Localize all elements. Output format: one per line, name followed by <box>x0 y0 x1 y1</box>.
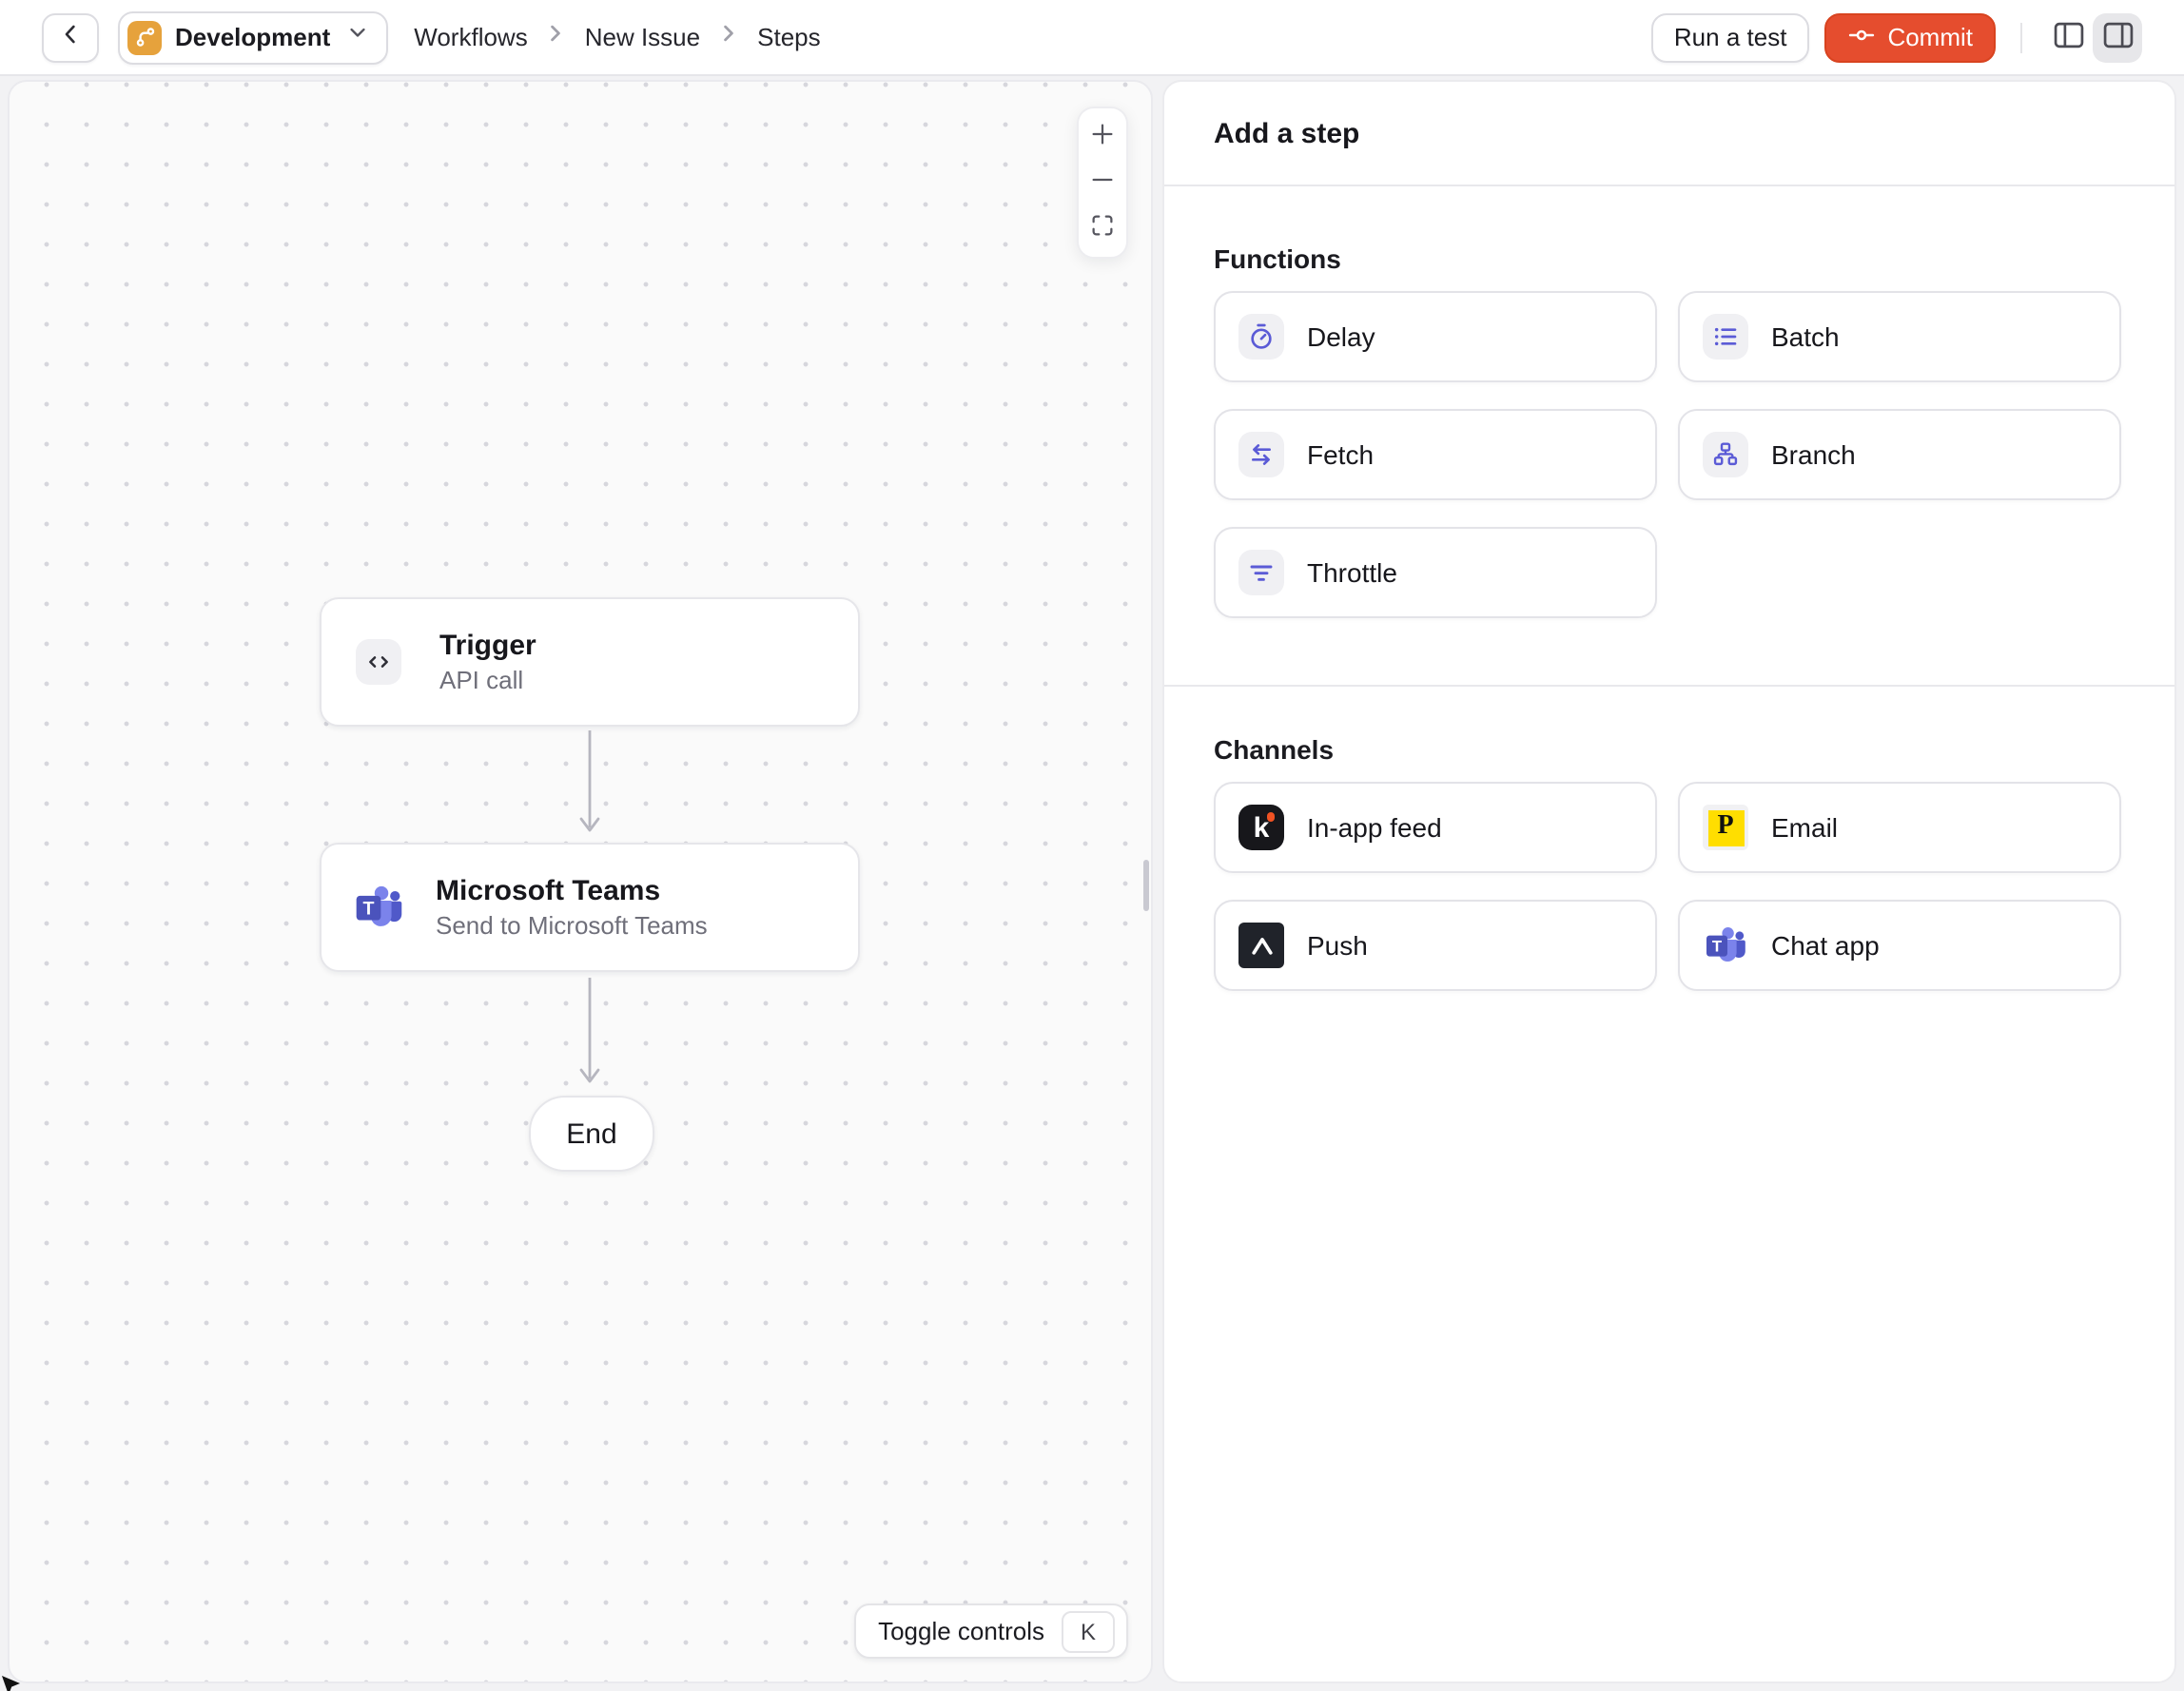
zoom-out-button[interactable] <box>1079 160 1126 205</box>
fit-view-button[interactable] <box>1079 205 1126 251</box>
expo-icon <box>1238 923 1284 968</box>
toggle-left-panel-button[interactable] <box>2043 12 2093 62</box>
breadcrumb: Workflows New Issue Steps <box>414 20 820 54</box>
step-card-delay[interactable]: Delay <box>1214 291 1657 382</box>
fit-view-icon <box>1088 211 1117 245</box>
postmark-icon: P <box>1703 805 1748 850</box>
commit-label: Commit <box>1887 23 1973 51</box>
chevron-right-icon <box>717 20 740 54</box>
toggle-controls-label: Toggle controls <box>878 1617 1044 1645</box>
svg-text:T: T <box>1712 937 1723 955</box>
ms-teams-icon: T <box>1703 923 1748 968</box>
filter-lines-icon <box>1238 550 1284 595</box>
zoom-controls <box>1077 107 1128 259</box>
commit-button[interactable]: Commit <box>1824 12 1996 62</box>
node-title: Microsoft Teams <box>436 875 661 907</box>
step-card-in-app-feed[interactable]: k In-app feed <box>1214 782 1657 873</box>
step-card-email[interactable]: P Email <box>1678 782 2121 873</box>
add-step-panel: Add a step Functions Delay Batch Fetch B… <box>1162 80 2176 1683</box>
node-subtitle: Send to Microsoft Teams <box>436 911 708 940</box>
step-card-label: Delay <box>1307 321 1375 352</box>
functions-section-label: Functions <box>1214 243 1341 274</box>
step-card-label: In-app feed <box>1307 812 1442 843</box>
ms-teams-icon: T <box>352 881 405 934</box>
node-subtitle: API call <box>439 666 524 694</box>
node-end[interactable]: End <box>529 1096 654 1172</box>
panel-right-icon <box>2099 16 2135 58</box>
keyboard-shortcut-badge: K <box>1062 1610 1115 1652</box>
svg-text:T: T <box>363 898 375 919</box>
node-microsoft-teams[interactable]: T Microsoft Teams Send to Microsoft Team… <box>320 843 860 972</box>
step-card-label: Chat app <box>1771 930 1880 961</box>
step-card-throttle[interactable]: Throttle <box>1214 527 1657 618</box>
node-trigger[interactable]: Trigger API call <box>320 597 860 727</box>
edge-teams-to-end <box>579 978 600 1083</box>
step-card-label: Branch <box>1771 439 1856 470</box>
step-card-batch[interactable]: Batch <box>1678 291 2121 382</box>
step-card-label: Email <box>1771 812 1839 843</box>
step-card-fetch[interactable]: Fetch <box>1214 409 1657 500</box>
edge-trigger-to-teams <box>579 730 600 832</box>
breadcrumb-new-issue[interactable]: New Issue <box>585 23 700 51</box>
minus-icon <box>1088 165 1117 200</box>
mouse-cursor <box>2 1676 20 1691</box>
node-title: Trigger <box>439 630 536 662</box>
commit-icon <box>1847 20 1876 54</box>
workflow-canvas[interactable]: Trigger API call T Microsoft Teams Send … <box>8 80 1153 1683</box>
step-card-branch[interactable]: Branch <box>1678 409 2121 500</box>
code-icon <box>356 639 401 685</box>
step-card-push[interactable]: Push <box>1214 900 1657 991</box>
list-icon <box>1703 314 1748 360</box>
breadcrumb-steps[interactable]: Steps <box>757 23 821 51</box>
node-end-label: End <box>566 1118 617 1150</box>
step-card-label: Push <box>1307 930 1368 961</box>
back-button[interactable] <box>42 12 99 62</box>
run-a-test-button[interactable]: Run a test <box>1650 12 1810 62</box>
chevron-right-icon <box>545 20 568 54</box>
panel-header: Add a step <box>1164 82 2174 186</box>
topbar: Development Workflows New Issue Steps Ru… <box>0 0 2184 76</box>
environment-switcher[interactable]: Development <box>118 10 388 64</box>
canvas-scrollbar-thumb[interactable] <box>1143 860 1149 911</box>
panel-divider <box>1164 685 2174 687</box>
breadcrumb-workflows[interactable]: Workflows <box>414 23 527 51</box>
chevron-down-icon <box>343 19 370 55</box>
functions-section: Functions Delay Batch Fetch Branch Throt… <box>1164 243 2174 618</box>
channels-section-label: Channels <box>1214 734 1335 765</box>
channels-section: Channels k In-app feed P Email Push T Ch… <box>1164 734 2174 991</box>
knock-icon: k <box>1238 805 1284 850</box>
stopwatch-icon <box>1238 314 1284 360</box>
step-card-label: Throttle <box>1307 557 1397 588</box>
step-card-label: Fetch <box>1307 439 1375 470</box>
step-card-label: Batch <box>1771 321 1840 352</box>
step-card-chat-app[interactable]: T Chat app <box>1678 900 2121 991</box>
swap-arrows-icon <box>1238 432 1284 477</box>
toggle-right-panel-button[interactable] <box>2093 12 2142 62</box>
plus-icon <box>1088 120 1117 154</box>
git-branch-icon <box>127 20 162 54</box>
topbar-divider <box>2020 22 2022 52</box>
chevron-left-icon <box>55 19 86 55</box>
zoom-in-button[interactable] <box>1079 114 1126 160</box>
toggle-controls-button[interactable]: Toggle controls K <box>853 1604 1128 1659</box>
panel-left-icon <box>2050 16 2086 58</box>
panel-title: Add a step <box>1214 117 1360 149</box>
org-tree-icon <box>1703 432 1748 477</box>
workflow-editor: Development Workflows New Issue Steps Ru… <box>0 0 2184 1691</box>
environment-label: Development <box>175 23 331 51</box>
